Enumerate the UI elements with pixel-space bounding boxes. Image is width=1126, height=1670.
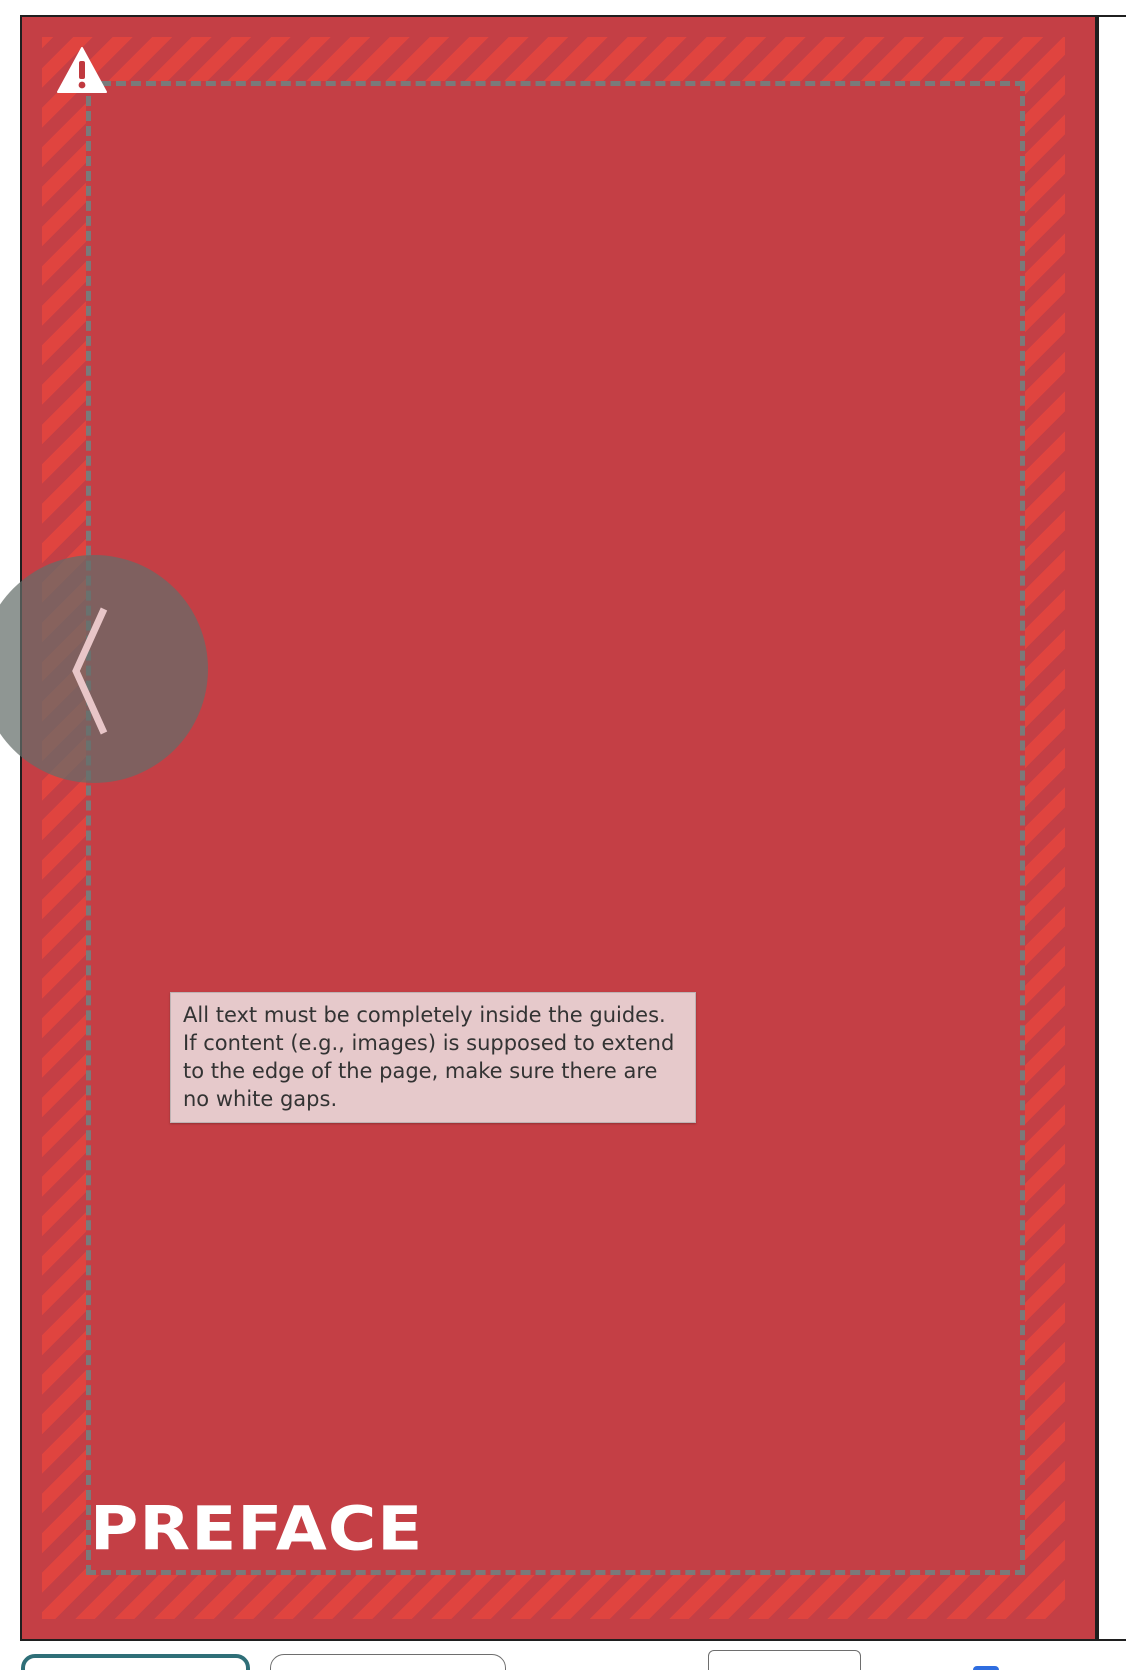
book-page-canvas[interactable] [20, 15, 1097, 1641]
warning-triangle-icon[interactable] [56, 46, 108, 94]
guides-tooltip: All text must be completely inside the g… [170, 992, 696, 1123]
adjacent-page-bottom-edge [1099, 1639, 1126, 1641]
secondary-action-button[interactable] [270, 1654, 506, 1670]
option-checkbox[interactable] [973, 1666, 999, 1670]
book-page-editor: All text must be completely inside the g… [0, 0, 1126, 1670]
adjacent-page-top-edge [1099, 15, 1126, 17]
chevron-left-icon [72, 607, 108, 735]
tertiary-action-button[interactable] [708, 1650, 861, 1670]
adjacent-page-edge [1097, 15, 1099, 1641]
primary-action-button[interactable] [21, 1654, 250, 1670]
safe-area-guides [86, 81, 1025, 1575]
page-title-preface[interactable]: PREFACE [90, 1496, 423, 1562]
